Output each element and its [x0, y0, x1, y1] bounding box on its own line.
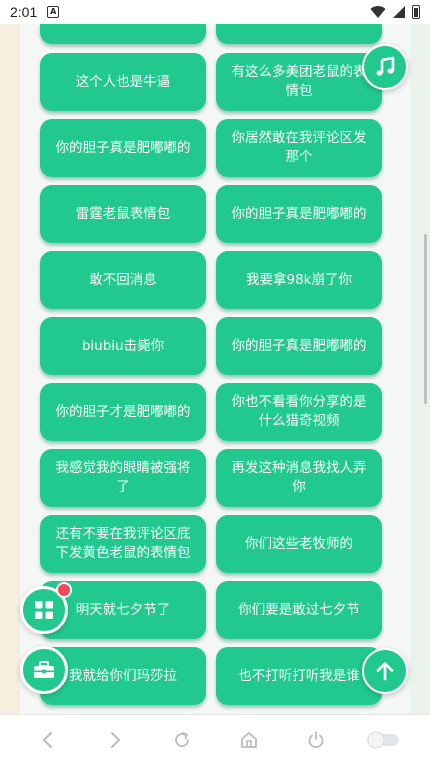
forward-icon [110, 731, 120, 748]
music-button[interactable] [362, 44, 408, 90]
status-icons [370, 5, 420, 19]
scroll-top-button[interactable] [362, 648, 408, 694]
sound-button[interactable]: 再发这种消息我找人弄你 [216, 449, 382, 507]
sound-button[interactable]: 你的胆子才是肥嘟嘟的 [40, 383, 206, 441]
browser-nav-bar [0, 714, 430, 764]
sound-button[interactable]: 我感觉我的眼睛被强将了 [40, 449, 206, 507]
sound-button[interactable]: 你们要是敢过七夕节 [216, 581, 382, 639]
sound-button[interactable]: 敢不回消息 [40, 251, 206, 309]
sound-button[interactable]: 你也不看看你分享的是什么猎奇视频 [216, 383, 382, 441]
sound-button[interactable]: 雷霆老鼠表情包 [40, 185, 206, 243]
status-bar: 2:01 A [0, 0, 430, 24]
sound-button[interactable] [40, 24, 206, 44]
wifi-icon [370, 6, 386, 19]
back-icon [42, 731, 52, 748]
sound-button[interactable]: 你们这些老牧师的 [216, 515, 382, 573]
sound-button[interactable] [216, 24, 382, 44]
back-button[interactable] [28, 720, 68, 760]
toolbox-icon [34, 661, 54, 678]
refresh-icon [174, 731, 189, 747]
status-time: 2:01 [10, 4, 38, 20]
left-margin [0, 24, 20, 714]
music-note-icon [376, 56, 395, 76]
sound-button[interactable]: 我要拿98k崩了你 [216, 251, 382, 309]
sound-button[interactable]: 你的胆子真是肥嘟嘟的 [40, 119, 206, 177]
power-icon [308, 731, 323, 748]
refresh-button[interactable] [162, 720, 202, 760]
home-icon [240, 731, 257, 748]
toolbox-button[interactable] [20, 646, 68, 694]
sound-button[interactable]: 也不打听打听我是谁 [216, 647, 382, 705]
sound-button[interactable]: 你的胆子真是肥嘟嘟的 [216, 185, 382, 243]
content-area[interactable]: 这个人也是牛逼 有这么多美团老鼠的表情包 你的胆子真是肥嘟嘟的 你居然敢在我评论… [0, 24, 430, 714]
sound-button[interactable]: 你的胆子真是肥嘟嘟的 [216, 317, 382, 375]
home-button[interactable] [229, 720, 269, 760]
right-margin [410, 24, 430, 714]
sound-button[interactable]: 还有不要在我评论区底下发黄色老鼠的表情包 [40, 515, 206, 573]
notification-icon: A [47, 6, 60, 18]
sound-button[interactable]: 你居然敢在我评论区发那个 [216, 119, 382, 177]
notification-badge [56, 582, 72, 598]
apps-grid-icon [35, 601, 53, 619]
sound-button[interactable]: 有这么多美团老鼠的表情包 [216, 53, 382, 111]
battery-icon [412, 5, 420, 19]
power-button[interactable] [296, 720, 336, 760]
sound-button[interactable]: biubiu击毙你 [40, 317, 206, 375]
arrow-up-icon [376, 662, 394, 681]
mode-toggle[interactable] [363, 720, 403, 760]
sound-button[interactable]: 这个人也是牛逼 [40, 53, 206, 111]
toggle-icon [366, 731, 399, 748]
scrollbar[interactable] [424, 234, 427, 404]
signal-icon [393, 6, 405, 18]
forward-button[interactable] [95, 720, 135, 760]
